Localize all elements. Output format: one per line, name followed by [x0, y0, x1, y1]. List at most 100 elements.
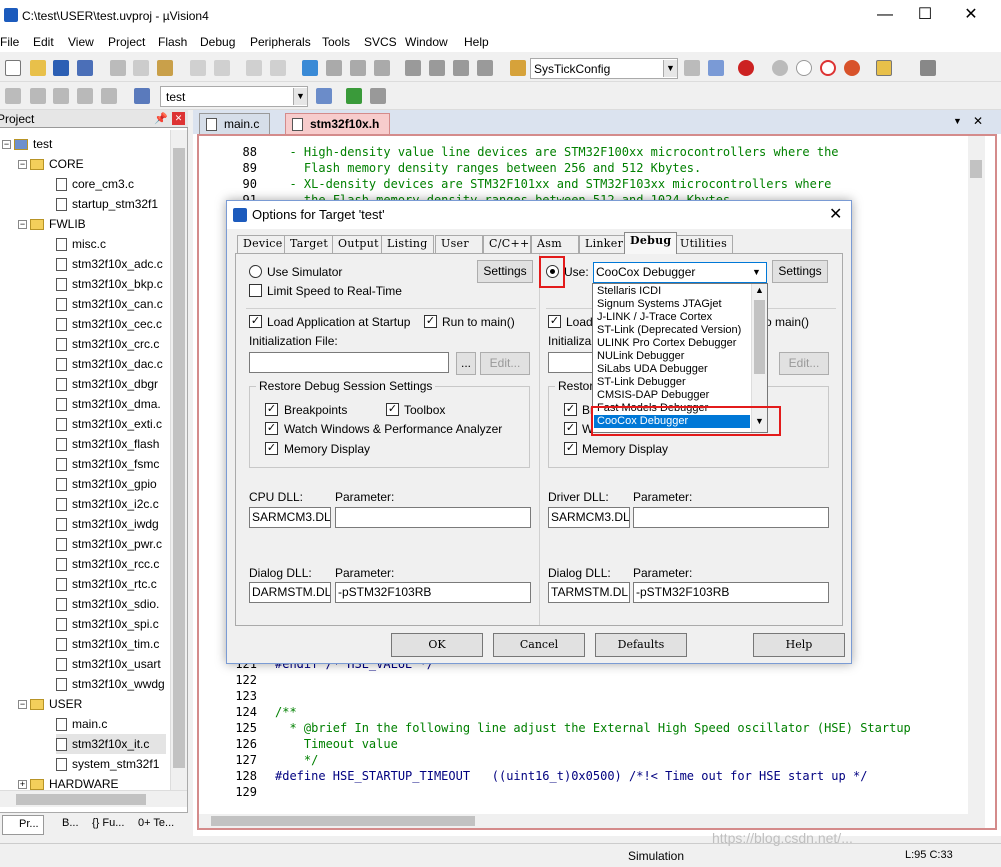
tree-vscrollbar[interactable]: [170, 130, 187, 790]
editor-vscrollbar[interactable]: [968, 136, 985, 828]
tree-expander[interactable]: −: [18, 160, 27, 169]
tab-functions[interactable]: {} Fu...: [92, 817, 124, 829]
load-app-right-checkbox[interactable]: ✓: [548, 315, 561, 328]
tree-hscrollbar[interactable]: [0, 790, 187, 807]
tree-file[interactable]: system_stm32f1: [56, 754, 159, 774]
chevron-down-icon[interactable]: ▼: [749, 264, 764, 281]
debugger-settings-button[interactable]: Settings: [772, 260, 828, 283]
dialog-close-icon[interactable]: ✕: [829, 204, 842, 224]
find-combo[interactable]: SysTickConfig ▼: [530, 58, 678, 79]
tab-main-c[interactable]: main.c: [199, 113, 271, 134]
window-layout-icon[interactable]: [876, 60, 892, 76]
incremental-find-icon[interactable]: [708, 60, 724, 76]
debugger-option[interactable]: SiLabs UDA Debugger: [597, 363, 708, 376]
breakpoint-kill-all-icon[interactable]: [844, 60, 860, 76]
build-icon[interactable]: [30, 88, 46, 104]
chevron-down-icon[interactable]: ▼: [293, 88, 307, 105]
tab-utilities[interactable]: Utilities: [674, 235, 734, 253]
tree-file[interactable]: main.c: [56, 714, 107, 734]
open-folder-icon[interactable]: [30, 60, 46, 76]
panel-close-icon[interactable]: ✕: [172, 112, 185, 125]
tab-project[interactable]: Pr...: [2, 815, 44, 835]
find-in-files-icon[interactable]: [510, 60, 526, 76]
tree-file[interactable]: stm32f10x_gpio: [56, 474, 157, 494]
dialog-param-input[interactable]: -pSTM32F103RB: [335, 582, 531, 603]
tree-file[interactable]: stm32f10x_dma.: [56, 394, 161, 414]
init-file-right-input[interactable]: [548, 352, 598, 373]
breakpoint-insert-icon[interactable]: [772, 60, 788, 76]
limit-speed-checkbox[interactable]: [249, 284, 262, 297]
browse-button[interactable]: ...: [456, 352, 476, 375]
tree-file[interactable]: stm32f10x_bkp.c: [56, 274, 163, 294]
target-select[interactable]: test ▼: [160, 86, 308, 107]
bookmark-next-icon[interactable]: [350, 60, 366, 76]
debugger-option[interactable]: ST-Link (Deprecated Version): [597, 324, 741, 337]
tree-file[interactable]: stm32f10x_fsmc: [56, 454, 159, 474]
download-icon[interactable]: [134, 88, 150, 104]
dialog-param-right-input[interactable]: -pSTM32F103RB: [633, 582, 829, 603]
tree-folder-user[interactable]: USER: [30, 694, 82, 714]
tree-file[interactable]: startup_stm32f1: [56, 194, 158, 214]
chevron-up-icon[interactable]: ▲: [755, 285, 764, 295]
tab-debug[interactable]: Debug: [624, 232, 678, 254]
tree-file[interactable]: misc.c: [56, 234, 106, 254]
simulator-settings-button[interactable]: Settings: [477, 260, 533, 283]
tab-templates[interactable]: 0+ Te...: [138, 817, 174, 829]
tab-books[interactable]: B...: [46, 817, 79, 829]
tree-file[interactable]: stm32f10x_wwdg: [56, 674, 165, 694]
scrollbar-thumb[interactable]: [16, 794, 146, 805]
scrollbar-thumb[interactable]: [173, 148, 185, 768]
save-all-icon[interactable]: [77, 60, 93, 76]
paste-icon[interactable]: [157, 60, 173, 76]
menu-flash[interactable]: Flash: [158, 35, 187, 49]
debugger-option[interactable]: CMSIS-DAP Debugger: [597, 389, 709, 402]
tree-expander[interactable]: −: [18, 220, 27, 229]
tree-file[interactable]: stm32f10x_dac.c: [56, 354, 163, 374]
dialog-dll-input[interactable]: DARMSTM.DLL: [249, 582, 331, 603]
driver-param-input[interactable]: [633, 507, 829, 528]
watch-right-checkbox[interactable]: ✓: [564, 422, 577, 435]
cancel-button[interactable]: Cancel: [493, 633, 585, 657]
tree-file[interactable]: stm32f10x_dbgr: [56, 374, 158, 394]
tree-file[interactable]: stm32f10x_iwdg: [56, 514, 159, 534]
scrollbar-thumb[interactable]: [970, 160, 982, 178]
tree-file[interactable]: core_cm3.c: [56, 174, 134, 194]
debugger-option[interactable]: Signum Systems JTAGjet: [597, 298, 722, 311]
menu-tools[interactable]: Tools: [322, 35, 350, 49]
batch-build-icon[interactable]: [77, 88, 93, 104]
tree-expander[interactable]: +: [18, 780, 27, 789]
debugger-option[interactable]: Stellaris ICDI: [597, 285, 661, 298]
defaults-button[interactable]: Defaults: [595, 633, 687, 657]
tree-file[interactable]: stm32f10x_can.c: [56, 294, 163, 314]
tree-root[interactable]: test: [14, 134, 52, 154]
indent-icon[interactable]: [405, 60, 421, 76]
chevron-down-icon[interactable]: ▼: [663, 60, 677, 77]
pin-icon[interactable]: 📌: [154, 112, 168, 125]
close-button[interactable]: ✕: [948, 0, 994, 32]
tab-user[interactable]: User: [435, 235, 483, 253]
scrollbar-thumb[interactable]: [211, 816, 475, 826]
menu-svcs[interactable]: SVCS: [364, 35, 397, 49]
nav-back-icon[interactable]: [246, 60, 262, 76]
tab-output[interactable]: Output: [332, 235, 385, 253]
cpu-param-input[interactable]: [335, 507, 531, 528]
configure-icon[interactable]: [920, 60, 936, 76]
menu-project[interactable]: Project: [108, 35, 145, 49]
tree-file[interactable]: stm32f10x_crc.c: [56, 334, 159, 354]
comment-icon[interactable]: [453, 60, 469, 76]
tab-target[interactable]: Target: [284, 235, 335, 253]
tab-listing[interactable]: Listing: [381, 235, 434, 253]
manage-components-icon[interactable]: [346, 88, 362, 104]
help-button[interactable]: Help: [753, 633, 845, 657]
driver-dll-input[interactable]: SARMCM3.DLL: [548, 507, 630, 528]
undo-icon[interactable]: [190, 60, 206, 76]
breakpoints-checkbox[interactable]: ✓: [265, 403, 278, 416]
edit-button[interactable]: Edit...: [480, 352, 530, 375]
tree-file[interactable]: stm32f10x_rtc.c: [56, 574, 157, 594]
cpu-dll-input[interactable]: SARMCM3.DLL: [249, 507, 331, 528]
uncomment-icon[interactable]: [477, 60, 493, 76]
bookmark-icon[interactable]: [302, 60, 318, 76]
init-file-input[interactable]: [249, 352, 449, 373]
tree-folder-fwlib[interactable]: FWLIB: [30, 214, 86, 234]
breakpoint-disable-all-icon[interactable]: [820, 60, 836, 76]
